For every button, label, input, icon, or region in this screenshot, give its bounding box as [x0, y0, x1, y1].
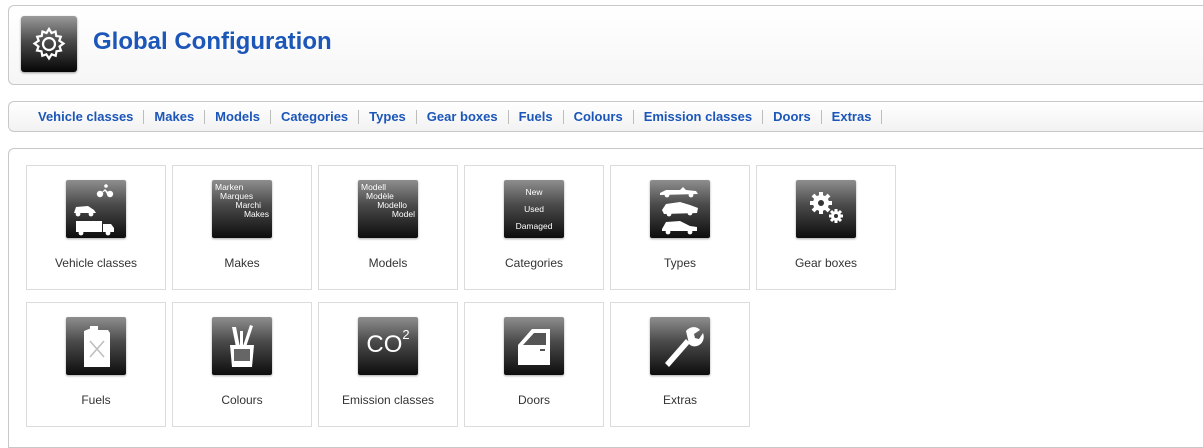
tile-vehicle-classes[interactable]: Vehicle classes	[26, 165, 166, 290]
tab-fuels[interactable]: Fuels	[509, 109, 564, 124]
tile-types[interactable]: Types	[610, 165, 750, 290]
page-header: Global Configuration	[8, 5, 1203, 85]
tile-models[interactable]: Modell Modèle Modello Model Models	[318, 165, 458, 290]
page-title: Global Configuration	[93, 28, 332, 55]
co2-icon-subscript: 2	[402, 327, 410, 342]
tab-extras[interactable]: Extras	[822, 109, 883, 124]
tab-gear-boxes[interactable]: Gear boxes	[417, 109, 509, 124]
types-icon	[650, 180, 710, 238]
tile-label: Emission classes	[341, 393, 435, 407]
tile-emission-classes[interactable]: CO2 Emission classes	[318, 302, 458, 427]
tile-label: Doors	[517, 393, 550, 407]
makes-icon: Marken Marques Marchi Makes	[212, 180, 272, 238]
tile-label: Vehicle classes	[54, 256, 138, 270]
tile-label: Extras	[662, 393, 697, 407]
models-icon: Modell Modèle Modello Model	[358, 180, 418, 238]
tab-types[interactable]: Types	[359, 109, 417, 124]
gear-icon	[21, 16, 77, 72]
tile-colours[interactable]: Colours	[172, 302, 312, 427]
tile-label: Categories	[504, 256, 564, 270]
categories-icon-text: Damaged	[515, 221, 553, 231]
categories-icon-text: New	[525, 187, 543, 197]
tab-colours[interactable]: Colours	[564, 109, 634, 124]
tab-models[interactable]: Models	[205, 109, 271, 124]
tile-label: Types	[663, 256, 696, 270]
wrench-icon	[650, 317, 710, 375]
tile-label: Colours	[221, 393, 263, 407]
tab-emission-classes[interactable]: Emission classes	[634, 109, 764, 124]
categories-icon: New Used Damaged	[504, 180, 564, 238]
tile-label: Gear boxes	[794, 256, 858, 270]
tab-makes[interactable]: Makes	[144, 109, 206, 124]
tile-fuels[interactable]: Fuels	[26, 302, 166, 427]
co2-icon: CO2	[358, 317, 418, 375]
tab-vehicle-classes[interactable]: Vehicle classes	[29, 109, 145, 124]
categories-icon-text: Used	[524, 204, 544, 214]
models-icon-text: Model	[391, 209, 415, 219]
fuel-can-icon	[66, 317, 126, 375]
door-icon	[504, 317, 564, 375]
tab-doors[interactable]: Doors	[763, 109, 822, 124]
vehicle-classes-icon	[66, 180, 126, 238]
paint-bucket-icon	[212, 317, 272, 375]
tile-gear-boxes[interactable]: Gear boxes	[756, 165, 896, 290]
co2-icon-text: CO	[366, 331, 403, 358]
tile-extras[interactable]: Extras	[610, 302, 750, 427]
tab-bar: Vehicle classes Makes Models Categories …	[8, 101, 1203, 132]
gears-icon	[796, 180, 856, 238]
tile-label: Fuels	[81, 393, 111, 407]
tiles-panel: Vehicle classes Marken Marques Marchi Ma…	[8, 148, 1203, 448]
tile-makes[interactable]: Marken Marques Marchi Makes Makes	[172, 165, 312, 290]
tab-categories[interactable]: Categories	[271, 109, 360, 124]
tile-categories[interactable]: New Used Damaged Categories	[464, 165, 604, 290]
tile-doors[interactable]: Doors	[464, 302, 604, 427]
makes-icon-text: Makes	[243, 209, 269, 219]
tile-label: Models	[368, 256, 408, 270]
tile-label: Makes	[224, 256, 260, 270]
